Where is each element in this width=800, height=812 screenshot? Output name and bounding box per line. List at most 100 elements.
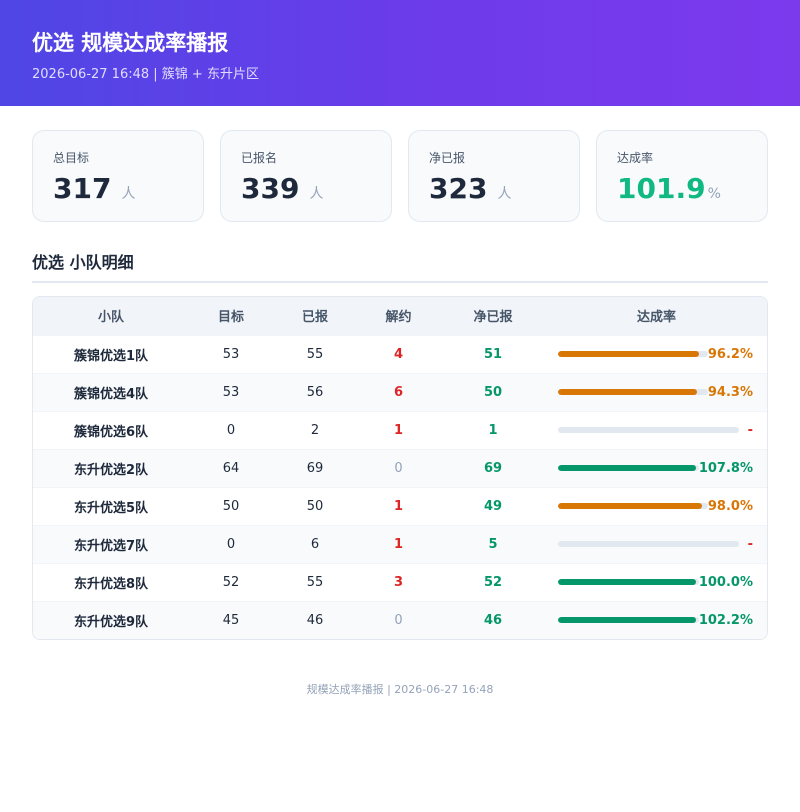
rate-bar-fill <box>558 579 697 585</box>
column-header-net: 净已报 <box>440 297 546 335</box>
cell-cancelled: 1 <box>357 524 440 563</box>
cell-rate: 96.2% <box>546 334 767 373</box>
table-row: 簇锦优选6队 0 2 1 1- <box>33 410 767 449</box>
cell-team: 东升优选7队 <box>33 524 189 563</box>
table-row: 东升优选5队 50 50 1 49 98.0% <box>33 486 767 525</box>
cell-target: 64 <box>189 448 273 487</box>
cell-team: 簇锦优选6队 <box>33 410 189 449</box>
rate-bar-track <box>558 617 699 624</box>
cell-target: 50 <box>189 486 273 525</box>
cell-rate: 94.3% <box>546 372 767 411</box>
rate-bar-track <box>558 541 739 547</box>
header-banner: 优选 规模达成率播报 2026-06-27 16:48 | 簇锦 + 东升片区 <box>0 0 800 106</box>
table-row: 东升优选2队 64 69 0 69 107.8% <box>33 448 767 487</box>
cell-net: 51 <box>440 334 546 373</box>
cell-team: 簇锦优选4队 <box>33 372 189 411</box>
cell-reported: 50 <box>273 486 357 525</box>
cell-net: 46 <box>440 600 546 639</box>
card-label: 总目标 <box>53 151 90 165</box>
column-header-rate: 达成率 <box>546 297 767 335</box>
cell-target: 0 <box>189 524 273 563</box>
cell-cancelled: 4 <box>357 334 440 373</box>
footer-text: 规模达成率播报 | 2026-06-27 16:48 <box>306 683 494 696</box>
column-header-team: 小队 <box>33 297 189 335</box>
cell-rate: 107.8% <box>546 448 767 487</box>
card-achievement-rate: 达成率 101.9 % <box>596 130 768 222</box>
cell-reported: 6 <box>273 524 357 563</box>
rate-bar-track <box>558 579 699 585</box>
cell-net: 52 <box>440 562 546 601</box>
cell-team: 东升优选5队 <box>33 486 189 525</box>
card-label: 净已报 <box>429 151 466 165</box>
card-label: 达成率 <box>617 151 654 165</box>
card-value: 339 <box>241 172 300 205</box>
table-row: 东升优选7队 0 6 1 5 - <box>33 524 767 563</box>
card-registered: 已报名 339 人 <box>220 130 392 222</box>
rate-text: 102.2% <box>698 612 753 628</box>
rate-text: 94.3% <box>707 384 753 400</box>
cell-target: 45 <box>189 600 273 639</box>
column-header-cancelled: 解约 <box>357 297 440 335</box>
cell-cancelled: 6 <box>357 372 440 411</box>
cell-rate: 100.0% <box>546 562 767 601</box>
rate-text: 98.0% <box>707 498 753 514</box>
rate-text: 100.0% <box>698 574 753 590</box>
table-row: 东升优选9队 45 46 0 46 102.2% <box>33 600 767 639</box>
cell-reported: 46 <box>273 600 357 639</box>
rate-bar-track <box>558 503 708 509</box>
table-row: 东升优选8队 52 55 3 52 100.0% <box>33 562 767 601</box>
cell-reported: 69 <box>273 448 357 487</box>
cell-rate: - <box>546 410 767 449</box>
column-header-target: 目标 <box>189 297 273 335</box>
cell-cancelled: 3 <box>357 562 440 601</box>
section-title: 优选 小队明细 <box>32 249 768 283</box>
cell-reported: 2 <box>273 410 357 449</box>
rate-text: - <box>747 422 753 438</box>
table-row: 簇锦优选4队 53 56 6 50 94.3% <box>33 372 767 411</box>
page-subtitle: 2026-06-27 16:48 | 簇锦 + 东升片区 <box>32 67 259 82</box>
cell-cancelled: 0 <box>357 600 440 639</box>
card-unit: 人 <box>497 186 512 202</box>
cell-reported: 55 <box>273 562 357 601</box>
cell-reported: 55 <box>273 334 357 373</box>
card-total-target: 总目标 317 人 <box>32 130 204 222</box>
page-title: 优选 规模达成率播报 <box>32 31 229 55</box>
cell-rate: 98.0% <box>546 486 767 525</box>
card-net-registered: 净已报 323 人 <box>408 130 580 222</box>
table-body: 簇锦优选1队 53 55 4 51 96.2% 簇锦优选4队 53 56 6 50 94.3% 簇锦优选… <box>33 334 767 639</box>
cell-rate: - <box>546 524 767 563</box>
rate-text: 96.2% <box>707 346 753 362</box>
cell-net: 69 <box>440 448 546 487</box>
cell-cancelled: 1 <box>357 486 440 525</box>
rate-bar-track <box>558 465 699 471</box>
rate-bar-fill <box>558 465 697 471</box>
cell-target: 53 <box>189 372 273 411</box>
cell-cancelled: 0 <box>357 448 440 487</box>
card-value: 317 <box>53 172 112 205</box>
column-header-reported: 已报 <box>273 297 357 335</box>
table-row: 簇锦优选1队 53 55 4 51 96.2% <box>33 334 767 373</box>
card-unit: 人 <box>121 186 136 202</box>
cell-net: 50 <box>440 372 546 411</box>
team-table: 小队 目标 已报 解约 净已报 达成率 簇锦优选1队 53 55 4 51 96.2% 簇锦… <box>32 296 768 640</box>
table-header-row: 小队 目标 已报 解约 净已报 达成率 <box>33 297 767 335</box>
rate-bar-fill <box>558 503 702 509</box>
card-value: 101.9 <box>617 172 706 205</box>
card-label: 已报名 <box>241 151 278 165</box>
rate-bar-track <box>558 427 739 433</box>
cell-target: 52 <box>189 562 273 601</box>
rate-bar-track <box>558 351 708 357</box>
summary-cards: 总目标 317 人 已报名 339 人 净已报 323 人 达成率 101.9 … <box>0 106 800 222</box>
cell-team: 东升优选8队 <box>33 562 189 601</box>
cell-team: 东升优选2队 <box>33 448 189 487</box>
cell-net: 49 <box>440 486 546 525</box>
cell-team: 东升优选9队 <box>33 600 189 639</box>
cell-net: 1 <box>440 410 546 449</box>
cell-target: 53 <box>189 334 273 373</box>
rate-text: 107.8% <box>698 460 753 476</box>
card-unit: % <box>707 186 721 202</box>
rate-bar-fill <box>558 351 700 357</box>
rate-bar-track <box>558 389 708 395</box>
cell-rate: 102.2% <box>546 600 767 639</box>
cell-target: 0 <box>189 410 273 449</box>
